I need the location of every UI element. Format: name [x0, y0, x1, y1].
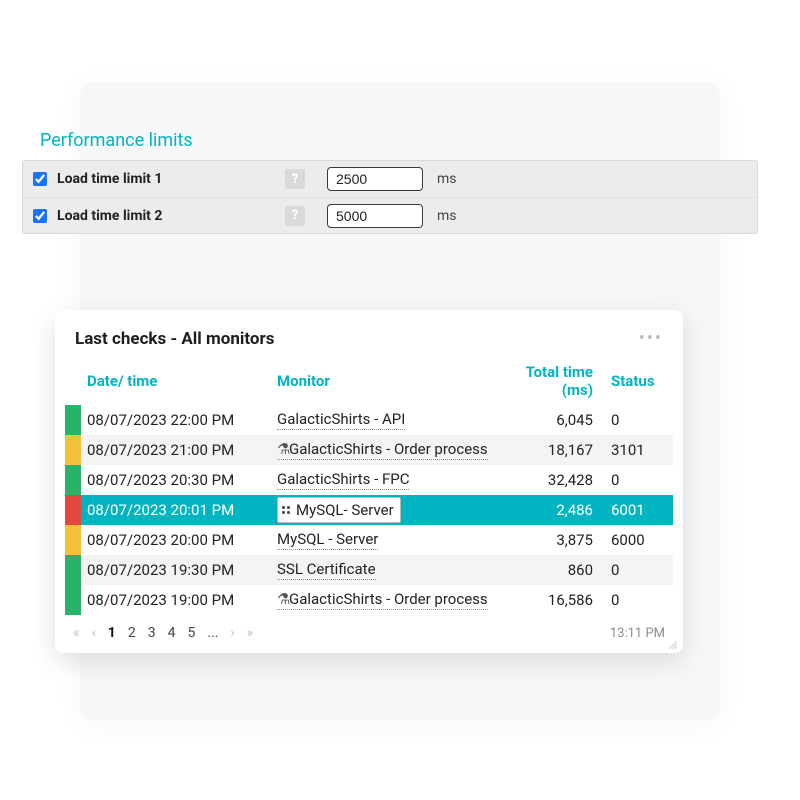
cell-status: 6000 [607, 531, 675, 549]
pager-prev-icon[interactable]: ‹ [92, 625, 96, 641]
table-row[interactable]: 08/07/2023 19:30 PMSSL Certificate 8600 [65, 555, 673, 585]
cell-monitor[interactable]: MySQL- Server [277, 497, 503, 523]
pager-next-icon[interactable]: › [230, 625, 234, 641]
cell-monitor[interactable]: ⚗GalacticShirts - Order process [277, 590, 503, 610]
flask-icon: ⚗ [277, 590, 289, 608]
cell-total-time: 32,428 [503, 471, 607, 489]
load-time-limit-1-label: Load time limit 1 [57, 171, 162, 187]
status-indicator [65, 465, 81, 495]
pager-time: 13:11 PM [610, 626, 665, 641]
monitor-name: GalacticShirts - API [277, 410, 405, 428]
status-indicator [65, 405, 81, 435]
col-total-time[interactable]: Total time (ms) [503, 363, 607, 399]
cell-monitor[interactable]: SSL Certificate [277, 560, 503, 580]
pager-page[interactable]: 2 [128, 625, 136, 641]
load-time-limit-2-input[interactable] [327, 204, 423, 228]
cell-status: 6001 [607, 501, 675, 519]
cell-datetime: 08/07/2023 22:00 PM [81, 411, 277, 429]
status-indicator [65, 555, 81, 585]
cell-monitor[interactable]: GalacticShirts - FPC [277, 470, 503, 490]
cell-total-time: 18,167 [503, 441, 607, 459]
checks-table: Date/ time Monitor Total time (ms) Statu… [55, 359, 683, 615]
pager-last-icon[interactable]: » [247, 625, 254, 641]
col-monitor[interactable]: Monitor [277, 372, 503, 390]
help-icon[interactable]: ? [285, 206, 305, 226]
cell-status: 0 [607, 591, 675, 609]
pager-page[interactable]: 3 [148, 625, 156, 641]
table-header: Date/ time Monitor Total time (ms) Statu… [65, 359, 683, 405]
monitor-name: MySQL- Server [296, 501, 394, 519]
monitor-name: SSL Certificate [277, 560, 376, 578]
pager-page[interactable]: 1 [108, 625, 116, 641]
cell-status: 0 [607, 411, 675, 429]
table-row[interactable]: 08/07/2023 19:00 PM⚗GalacticShirts - Ord… [65, 585, 673, 615]
cell-total-time: 860 [503, 561, 607, 579]
table-row[interactable]: 08/07/2023 22:00 PMGalacticShirts - API 6… [65, 405, 673, 435]
cell-total-time: 16,586 [503, 591, 607, 609]
cell-datetime: 08/07/2023 19:00 PM [81, 591, 277, 609]
cell-datetime: 08/07/2023 20:30 PM [81, 471, 277, 489]
monitor-name: GalacticShirts - Order process [289, 440, 488, 458]
load-time-limit-1-input[interactable] [327, 167, 423, 191]
table-row[interactable]: 08/07/2023 21:00 PM⚗GalacticShirts - Ord… [65, 435, 673, 465]
cell-total-time: 3,875 [503, 531, 607, 549]
status-indicator [65, 585, 81, 615]
last-checks-card: Last checks - All monitors ••• Date/ tim… [55, 310, 683, 653]
help-icon[interactable]: ? [285, 169, 305, 189]
cell-datetime: 08/07/2023 19:30 PM [81, 561, 277, 579]
cell-total-time: 6,045 [503, 411, 607, 429]
resize-grip-icon[interactable] [667, 639, 677, 649]
load-time-limit-1-checkbox[interactable] [33, 172, 47, 186]
table-row[interactable]: 08/07/2023 20:00 PMMySQL - Server 3,87560… [65, 525, 673, 555]
col-datetime[interactable]: Date/ time [81, 372, 277, 390]
table-row[interactable]: 08/07/2023 20:30 PMGalacticShirts - FPC 3… [65, 465, 673, 495]
card-header: Last checks - All monitors ••• [55, 328, 683, 359]
monitor-name: GalacticShirts - Order process [289, 590, 488, 608]
cell-datetime: 08/07/2023 21:00 PM [81, 441, 277, 459]
pager-page[interactable]: 4 [168, 625, 176, 641]
pager-page[interactable]: 5 [187, 625, 195, 641]
flask-icon: ⚗ [277, 440, 289, 458]
drag-handle-icon [282, 506, 290, 514]
monitor-name: GalacticShirts - FPC [277, 470, 409, 488]
cell-total-time: 2,486 [503, 501, 607, 519]
load-time-limit-2-unit: ms [437, 208, 747, 224]
status-indicator [65, 435, 81, 465]
cell-monitor[interactable]: MySQL - Server [277, 530, 503, 550]
cell-status: 0 [607, 561, 675, 579]
cell-datetime: 08/07/2023 20:00 PM [81, 531, 277, 549]
status-indicator [65, 495, 81, 525]
pager-first-icon[interactable]: « [73, 625, 80, 641]
card-title: Last checks - All monitors [75, 329, 274, 349]
performance-limits-title: Performance limits [40, 130, 193, 151]
pager-ellipsis: ... [207, 625, 218, 641]
load-time-limit-1-unit: ms [437, 171, 747, 187]
load-time-limit-1-row: Load time limit 1 ? ms [23, 161, 757, 197]
table-row[interactable]: 08/07/2023 20:01 PM MySQL- Server 2,486600… [65, 495, 673, 525]
status-indicator [65, 525, 81, 555]
cell-monitor[interactable]: ⚗GalacticShirts - Order process [277, 440, 503, 460]
col-status[interactable]: Status [607, 372, 675, 390]
cell-monitor[interactable]: GalacticShirts - API [277, 410, 503, 430]
card-menu-icon[interactable]: ••• [639, 328, 663, 349]
cell-datetime: 08/07/2023 20:01 PM [81, 501, 277, 519]
load-time-limit-2-checkbox[interactable] [33, 209, 47, 223]
cell-status: 0 [607, 471, 675, 489]
cell-status: 3101 [607, 441, 675, 459]
monitor-name: MySQL - Server [277, 530, 378, 548]
load-time-limit-2-row: Load time limit 2 ? ms [23, 197, 757, 233]
pager: « ‹ 12345 ... › » 13:11 PM [55, 615, 683, 645]
load-time-limit-2-label: Load time limit 2 [57, 208, 162, 224]
performance-limits-panel: Load time limit 1 ? ms Load time limit 2… [22, 160, 758, 234]
